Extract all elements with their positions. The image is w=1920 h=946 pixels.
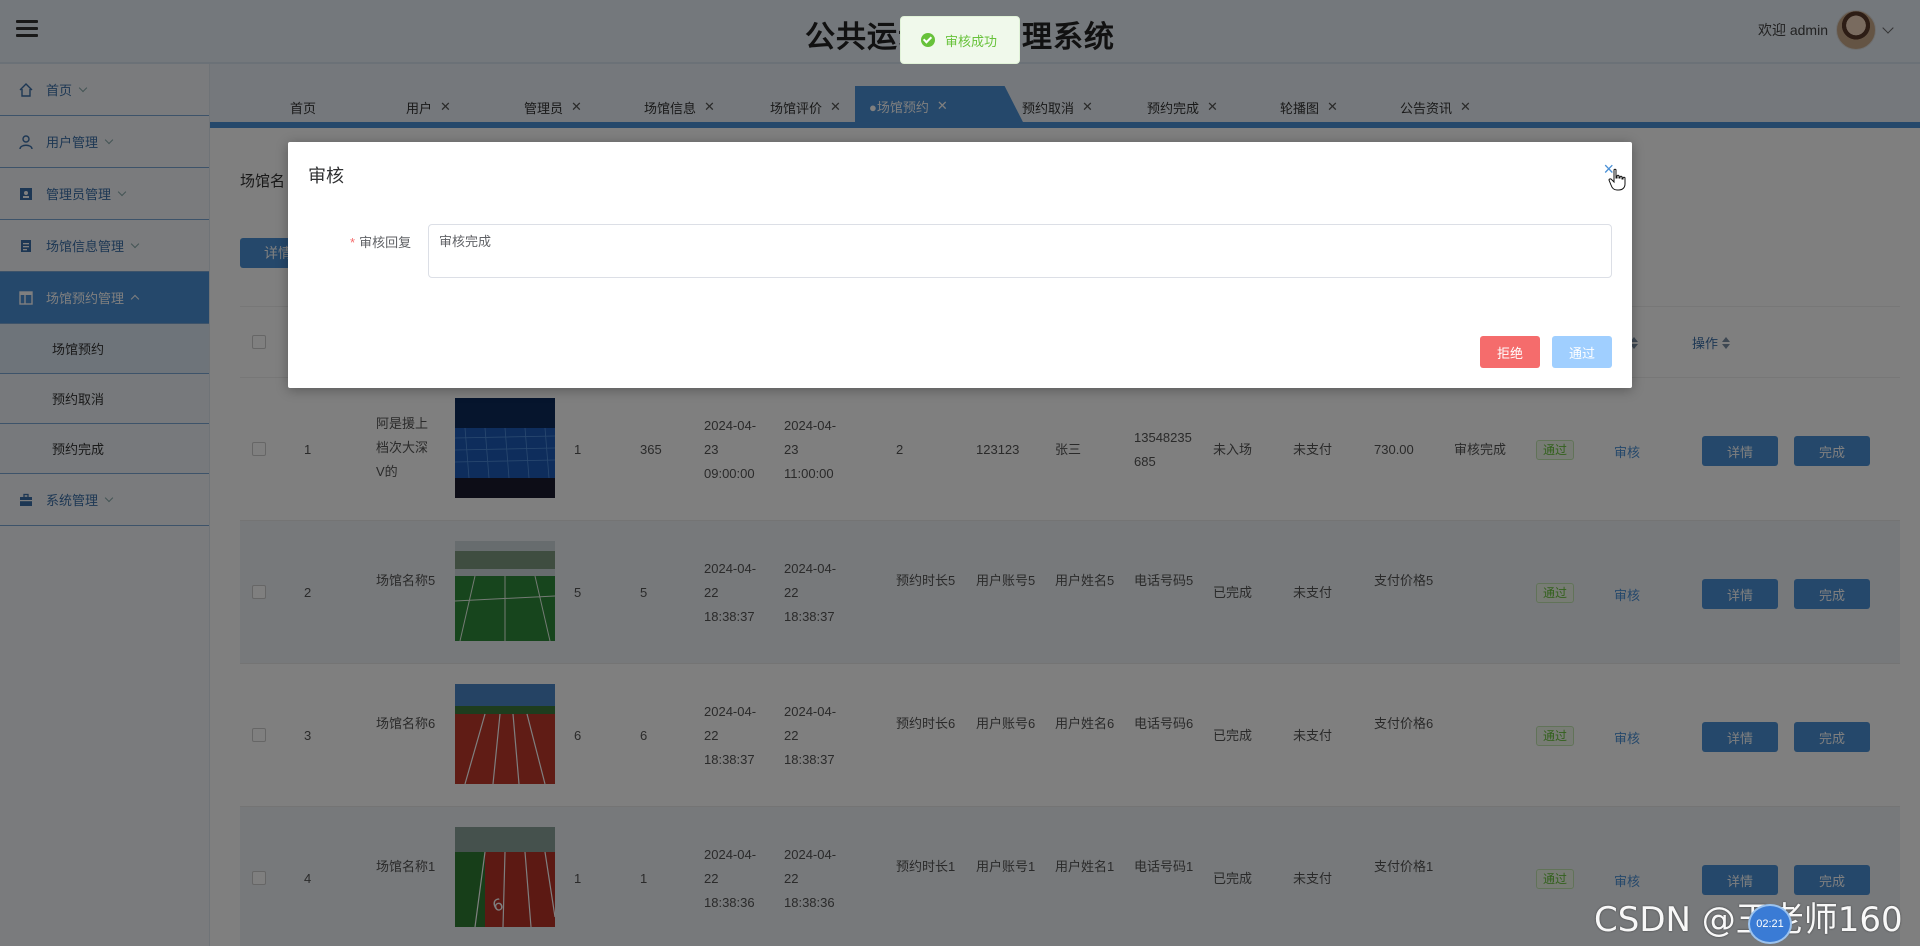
toast-message: 审核成功 [945, 33, 998, 49]
audit-dialog: 审核 × * 审核回复 审核完成 拒绝 通过 [288, 142, 1632, 388]
success-toast: 审核成功 [900, 16, 1020, 64]
hand-cursor-icon [1608, 168, 1626, 191]
dialog-title: 审核 [308, 166, 344, 186]
audit-reply-textarea[interactable]: 审核完成 [428, 224, 1612, 278]
reject-button[interactable]: 拒绝 [1480, 336, 1540, 368]
audit-reply-label: * 审核回复 [350, 232, 411, 251]
required-mark: * [350, 235, 356, 250]
pass-button[interactable]: 通过 [1552, 336, 1612, 368]
field-label: 审核回复 [359, 235, 412, 250]
clock-badge: 02:21 [1748, 904, 1792, 944]
check-circle-icon [921, 33, 935, 47]
